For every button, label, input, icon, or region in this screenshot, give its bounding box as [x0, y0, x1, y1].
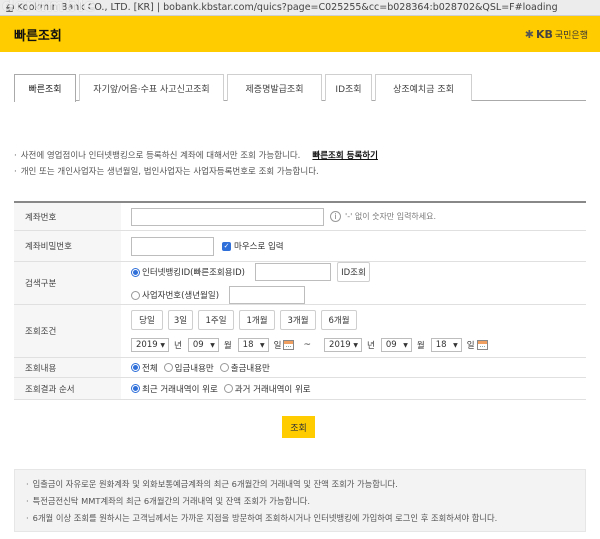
from-year-unit: 년: [174, 341, 182, 351]
kb-logo-text: 국민은행: [554, 30, 588, 41]
content-withdrawals-label: 출금내용만: [230, 363, 270, 374]
guide-note-2: 개인 또는 개인사업자는 생년월일, 법인사업자는 사업자등록번호로 조회 가능…: [20, 167, 319, 177]
order-label: 조회결과 순서: [14, 378, 121, 399]
period-6-months-button[interactable]: 6개월: [321, 310, 357, 330]
account-label: 계좌번호: [14, 203, 121, 230]
info-icon[interactable]: i: [330, 211, 341, 222]
from-day-unit: 일: [273, 341, 282, 351]
content-label: 조회내용: [14, 358, 121, 377]
kb-logo[interactable]: ✱ KB 국민은행: [525, 28, 588, 41]
content-all-label: 전체: [142, 363, 158, 374]
kb-star-icon: ✱: [524, 27, 534, 41]
watermark: dcrumble: [2, 0, 96, 16]
chevron-down-icon: ▼: [210, 341, 215, 349]
id-lookup-button[interactable]: ID조회: [336, 262, 370, 282]
chevron-down-icon: ▼: [353, 341, 359, 349]
tab-quick-inquiry[interactable]: 빠른조회: [14, 74, 76, 102]
content-all-radio[interactable]: [131, 363, 140, 372]
inquiry-form: 계좌번호 i '-' 없이 숫자만 입력하세요. 계좌비밀번호 ✓ 마우스로 입…: [14, 201, 586, 400]
to-year-unit: 년: [367, 341, 375, 351]
guide-notes: · 사전에 영업점이나 인터넷뱅킹으로 등록하신 계좌에 대해서만 조회 가능합…: [14, 148, 378, 180]
from-month-select[interactable]: 09 ▼: [187, 338, 219, 352]
bottom-note-3: 6개월 이상 조회를 원하시는 고객님께서는 가까운 지점을 방문하여 조회하시…: [32, 513, 498, 523]
page-title: 빠른조회: [14, 28, 62, 44]
account-hint: '-' 없이 숫자만 입력하세요.: [345, 212, 437, 221]
bottom-note-1: 입출금이 자유로운 원화계좌 및 외화보통예금계좌의 최근 6개월간의 거래내역…: [32, 479, 398, 489]
content-deposits-label: 입금내용만: [174, 363, 214, 374]
guide-note-1: 사전에 영업점이나 인터넷뱅킹으로 등록하신 계좌에 대해서만 조회 가능합니다…: [20, 151, 301, 161]
bottom-notes: · 입출금이 자유로운 원화계좌 및 외화보통예금계좌의 최근 6개월간의 거래내…: [14, 469, 586, 532]
to-year-select[interactable]: 2019 ▼: [324, 338, 363, 352]
to-day-unit: 일: [466, 341, 475, 351]
to-month-select[interactable]: 09 ▼: [380, 338, 412, 352]
tab-funeral-deposit-inquiry[interactable]: 상조예치금 조회: [375, 74, 472, 101]
order-oldest-first-radio[interactable]: [223, 384, 233, 393]
mouse-input-label: 마우스로 입력: [234, 242, 284, 252]
search-type-label: 검색구분: [14, 262, 121, 304]
period-today-button[interactable]: 당일: [131, 310, 163, 330]
internet-id-input[interactable]: [254, 263, 331, 281]
search-button[interactable]: 조회: [282, 416, 315, 438]
order-recent-first-radio[interactable]: [131, 384, 140, 393]
register-quick-inquiry-link[interactable]: 빠른조회 등록하기: [312, 148, 378, 164]
period-3-months-button[interactable]: 3개월: [280, 310, 316, 330]
search-type-internet-id-label: 인터넷뱅킹ID(빠른조회용ID): [142, 268, 245, 278]
tab-bar: 빠른조회 자기앞/어음·수표 사고신고조회 제증명발급조회 ID조회 상조예치금…: [14, 74, 586, 102]
url-text[interactable]: Kookmin Bank CO., LTD. [KR] | bobank.kbs…: [17, 2, 558, 13]
to-day-select[interactable]: 18 ▼: [430, 338, 462, 352]
account-number-input[interactable]: [131, 207, 324, 226]
calendar-icon[interactable]: [476, 340, 488, 350]
date-range-separator: ~: [303, 340, 312, 350]
content-deposits-radio[interactable]: [163, 363, 173, 372]
mouse-input-checkbox[interactable]: ✓: [222, 241, 231, 251]
password-label: 계좌비밀번호: [14, 231, 121, 261]
bottom-note-2: 특전금전신탁 MMT계좌의 최근 6개월간의 거래내역 및 잔액 조회가 가능합…: [32, 496, 311, 506]
from-month-unit: 월: [223, 341, 232, 351]
tab-certificate-inquiry[interactable]: 제증명발급조회: [227, 74, 322, 101]
period-label: 조회조건: [14, 305, 121, 357]
chevron-down-icon: ▼: [160, 341, 165, 349]
search-type-internet-id-radio[interactable]: [131, 267, 140, 277]
chevron-down-icon: ▼: [403, 341, 408, 349]
chevron-down-icon: ▼: [260, 341, 265, 349]
kb-logo-mark: KB: [535, 27, 553, 41]
chevron-down-icon: ▼: [453, 341, 458, 349]
period-1-month-button[interactable]: 1개월: [239, 310, 275, 330]
page-header: 빠른조회 ✱ KB 국민은행: [0, 16, 600, 52]
account-password-input[interactable]: [131, 236, 214, 256]
calendar-icon[interactable]: [283, 340, 295, 350]
from-day-select[interactable]: 18 ▼: [237, 338, 269, 352]
business-number-input[interactable]: [229, 286, 306, 304]
order-recent-first-label: 최근 거래내역이 위로: [142, 384, 218, 395]
period-3-days-button[interactable]: 3일: [168, 310, 193, 330]
from-year-select[interactable]: 2019 ▼: [131, 338, 169, 352]
search-type-business-number-radio[interactable]: [131, 290, 140, 300]
search-type-business-number-label: 사업자번호(생년월일): [142, 291, 220, 301]
period-1-week-button[interactable]: 1주일: [198, 310, 234, 330]
to-month-unit: 월: [416, 341, 425, 351]
tab-check-loss-report[interactable]: 자기앞/어음·수표 사고신고조회: [79, 74, 224, 101]
content-withdrawals-radio[interactable]: [219, 363, 229, 372]
order-oldest-first-label: 과거 거래내역이 위로: [234, 384, 311, 395]
tab-id-inquiry[interactable]: ID조회: [325, 74, 372, 101]
